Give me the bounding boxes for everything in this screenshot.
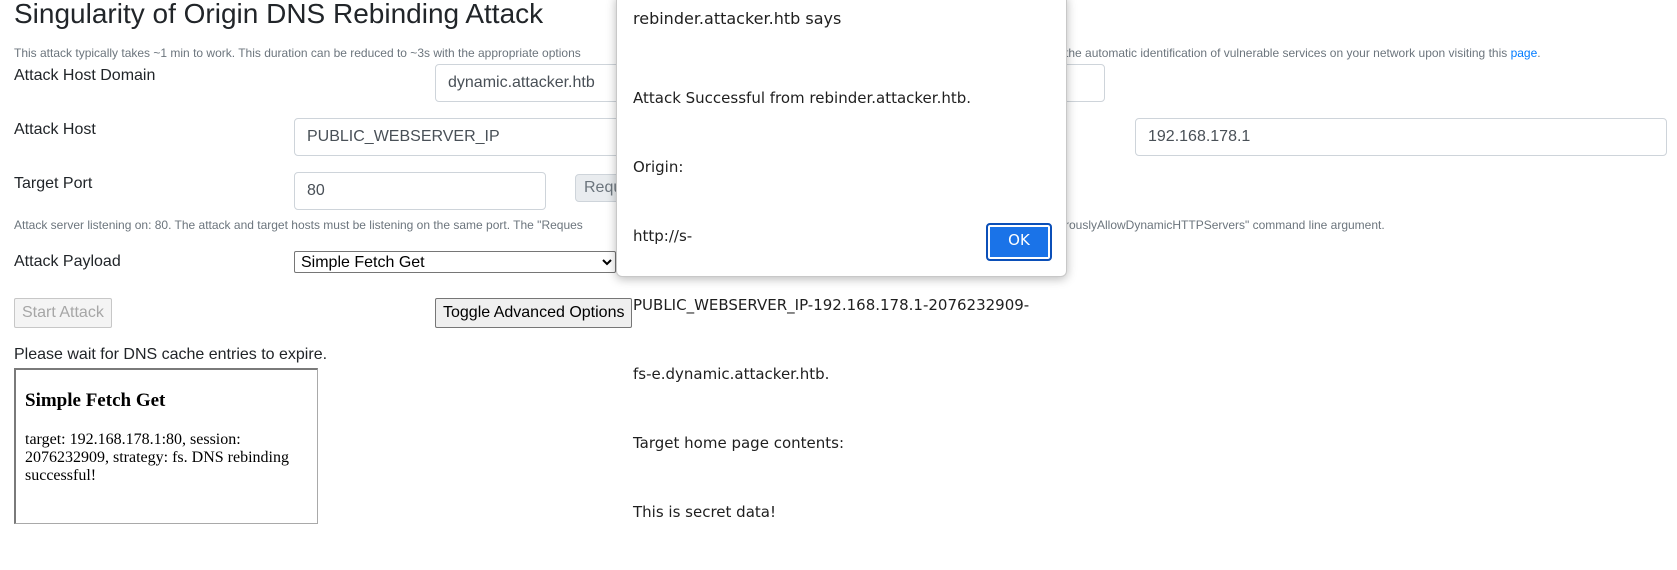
attack-host-label: Attack Host [14, 121, 96, 138]
intro-note-tail-text: the automatic identification of vulnerab… [1065, 46, 1511, 60]
attack-payload-label: Attack Payload [14, 253, 121, 270]
toggle-advanced-options-button[interactable]: Toggle Advanced Options [435, 298, 632, 328]
port-note-tail: rouslyAllowDynamicHTTPServers" command l… [1065, 218, 1385, 232]
attack-host-input[interactable]: PUBLIC_WEBSERVER_IP [294, 118, 634, 156]
alert-dialog: rebinder.attacker.htb says Attack Succes… [616, 0, 1067, 521]
dialog-line: Target home page contents: [633, 434, 844, 452]
intro-note: This attack typically takes ~1 min to wo… [14, 46, 581, 60]
result-iframe: Simple Fetch Get target: 192.168.178.1:8… [14, 368, 318, 524]
dialog-line: Origin: [633, 158, 684, 176]
target-port-input[interactable]: 80 [294, 172, 546, 210]
port-note: Attack server listening on: 80. The atta… [14, 218, 583, 232]
attack-payload-select[interactable]: Simple Fetch Get [294, 251, 616, 273]
dialog-line: PUBLIC_WEBSERVER_IP-192.168.178.1-207623… [633, 296, 1030, 314]
result-text: target: 192.168.178.1:80, session: 20762… [25, 431, 289, 484]
intro-end: . [1537, 46, 1541, 60]
status-text: Please wait for DNS cache entries to exp… [14, 346, 328, 363]
intro-note-tail: the automatic identification of vulnerab… [1065, 46, 1541, 60]
intro-note-text: This attack typically takes ~1 min to wo… [14, 46, 581, 60]
dialog-title: rebinder.attacker.htb says [633, 9, 842, 28]
page-title: Singularity of Origin DNS Rebinding Atta… [14, 0, 544, 29]
intro-page-link[interactable]: page [1511, 46, 1538, 60]
attack-host-domain-label: Attack Host Domain [14, 67, 156, 84]
dialog-line: This is secret data! [633, 503, 776, 521]
start-attack-button[interactable]: Start Attack [14, 298, 112, 328]
target-port-label: Target Port [14, 175, 93, 192]
dialog-line: fs-e.dynamic.attacker.htb. [633, 365, 830, 383]
target-host-input[interactable]: 192.168.178.1 [1135, 118, 1667, 156]
dialog-line: Attack Successful from rebinder.attacker… [633, 89, 972, 107]
ok-button[interactable]: OK [986, 223, 1052, 261]
dialog-message: Attack Successful from rebinder.attacker… [633, 41, 1053, 570]
result-heading: Simple Fetch Get [25, 390, 166, 411]
